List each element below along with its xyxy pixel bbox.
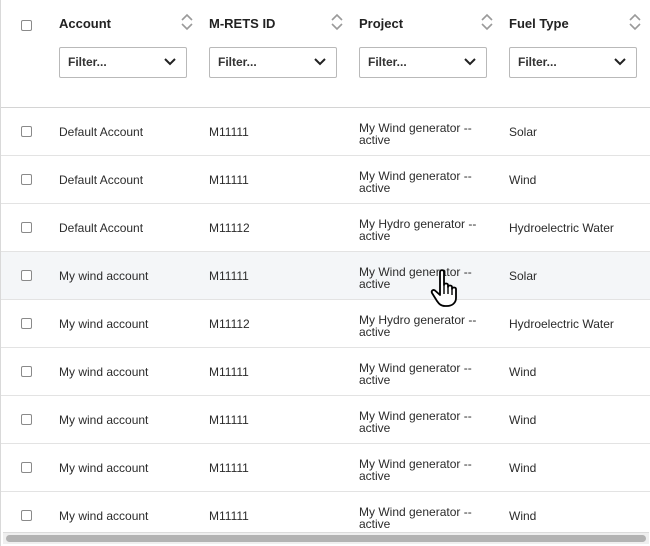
table-row[interactable]: Default Account M11111 My Wind generator… — [1, 108, 650, 156]
cell-mrets-id: M11111 — [209, 460, 249, 475]
cell-mrets-id: M11111 — [209, 124, 249, 139]
filter-placeholder: Filter... — [368, 55, 407, 69]
column-label-fuel-type: Fuel Type — [509, 16, 569, 31]
column-header-project: Project Filter... — [351, 0, 501, 108]
column-label-account: Account — [59, 16, 111, 31]
cell-fuel-type: Wind — [509, 412, 537, 427]
cell-account: My wind account — [59, 364, 149, 379]
row-checkbox[interactable] — [21, 222, 32, 233]
cell-mrets-id: M11112 — [209, 220, 250, 235]
table-row[interactable]: Default Account M11112 My Hydro generato… — [1, 204, 650, 252]
column-header-mrets-id: M-RETS ID Filter... — [201, 0, 351, 108]
row-checkbox[interactable] — [21, 366, 32, 377]
data-grid: Account Filter... M-RETS ID Filter... Pr… — [0, 0, 650, 546]
cell-account: Default Account — [59, 172, 144, 187]
chevron-down-icon — [314, 58, 326, 66]
cell-project: My Wind generator -- active — [359, 120, 472, 147]
sort-arrows-icon[interactable] — [480, 12, 494, 32]
cell-account: Default Account — [59, 220, 144, 235]
row-checkbox[interactable] — [21, 318, 32, 329]
cell-account: My wind account — [59, 268, 149, 283]
row-checkbox[interactable] — [21, 414, 32, 425]
grid-header: Account Filter... M-RETS ID Filter... Pr… — [1, 0, 650, 108]
row-checkbox[interactable] — [21, 126, 32, 137]
cell-fuel-type: Solar — [509, 268, 538, 283]
scrollbar-thumb[interactable] — [6, 535, 646, 542]
table-row[interactable]: Default Account M11111 My Wind generator… — [1, 156, 650, 204]
table-row[interactable]: My wind account M11112 My Hydro generato… — [1, 300, 650, 348]
cell-project: My Wind generator -- active — [359, 360, 472, 387]
sort-arrows-icon[interactable] — [628, 12, 642, 32]
filter-dropdown-fuel-type[interactable]: Filter... — [509, 47, 637, 78]
filter-dropdown-project[interactable]: Filter... — [359, 47, 487, 78]
cell-account: My wind account — [59, 412, 149, 427]
row-checkbox[interactable] — [21, 270, 32, 281]
cell-fuel-type: Hydroelectric Water — [509, 220, 614, 235]
row-checkbox[interactable] — [21, 510, 32, 521]
filter-placeholder: Filter... — [218, 55, 257, 69]
cell-mrets-id: M11111 — [209, 268, 249, 283]
table-row[interactable]: My wind account M11111 My Wind generator… — [1, 396, 650, 444]
chevron-down-icon — [614, 58, 626, 66]
chevron-down-icon — [464, 58, 476, 66]
filter-placeholder: Filter... — [68, 55, 107, 69]
filter-dropdown-account[interactable]: Filter... — [59, 47, 187, 78]
cell-project: My Hydro generator -- active — [359, 216, 477, 243]
horizontal-scrollbar[interactable] — [3, 532, 649, 544]
cell-mrets-id: M11111 — [209, 172, 249, 187]
filter-placeholder: Filter... — [518, 55, 557, 69]
row-checkbox[interactable] — [21, 174, 32, 185]
table-row[interactable]: My wind account M11111 My Wind generator… — [1, 348, 650, 396]
cell-project: My Wind generator -- active — [359, 408, 472, 435]
table-row[interactable]: My wind account M11111 My Wind generator… — [1, 444, 650, 492]
cell-project: My Wind generator -- active — [359, 456, 472, 483]
cell-account: My wind account — [59, 316, 149, 331]
filter-dropdown-mrets-id[interactable]: Filter... — [209, 47, 337, 78]
cell-project: My Hydro generator -- active — [359, 312, 477, 339]
column-label-project: Project — [359, 16, 404, 31]
column-label-mrets-id: M-RETS ID — [209, 16, 276, 31]
sort-arrows-icon[interactable] — [180, 12, 194, 32]
row-checkbox[interactable] — [21, 462, 32, 473]
cell-fuel-type: Solar — [509, 124, 538, 139]
sort-arrows-icon[interactable] — [330, 12, 344, 32]
cell-fuel-type: Wind — [509, 364, 537, 379]
cell-fuel-type: Hydroelectric Water — [509, 316, 614, 331]
cell-project: My Wind generator -- active — [359, 168, 472, 195]
cell-fuel-type: Wind — [509, 172, 537, 187]
cell-account: Default Account — [59, 124, 144, 139]
cell-mrets-id: M11111 — [209, 364, 249, 379]
cell-mrets-id: M11111 — [209, 412, 249, 427]
column-header-fuel-type: Fuel Type Filter... — [501, 0, 650, 108]
cell-fuel-type: Wind — [509, 460, 537, 475]
column-header-account: Account Filter... — [51, 0, 201, 108]
chevron-down-icon — [164, 58, 176, 66]
cell-account: My wind account — [59, 460, 149, 475]
cell-mrets-id: M11112 — [209, 316, 250, 331]
select-all-checkbox[interactable] — [21, 20, 32, 31]
table-row-hovered[interactable]: My wind account M11111 My Wind generator… — [1, 252, 650, 300]
cell-project: My Wind generator -- active — [359, 264, 472, 291]
